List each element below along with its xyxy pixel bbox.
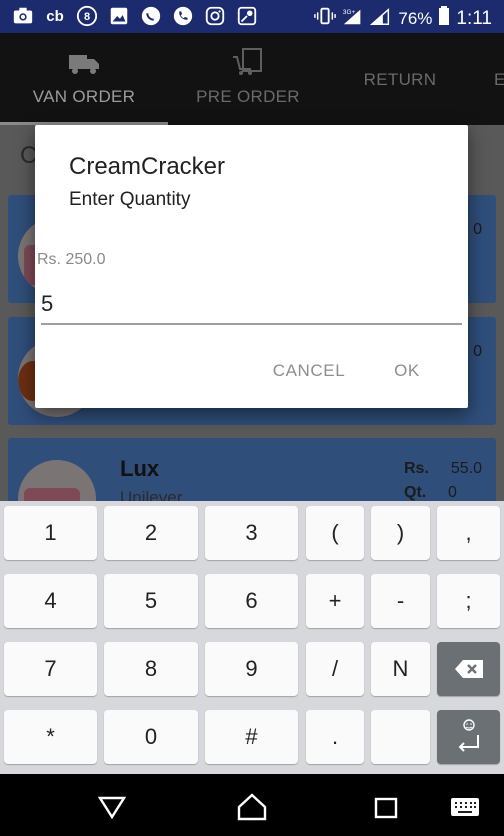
recents-icon[interactable] (371, 792, 401, 822)
key-open-paren[interactable]: ( (306, 506, 364, 560)
tab-bar: VAN ORDER PRE ORDER RETURN E (0, 33, 504, 125)
key-comma[interactable]: , (437, 506, 500, 560)
key-8[interactable]: 8 (104, 642, 198, 696)
key-semicolon[interactable]: ; (437, 574, 500, 628)
key-space[interactable] (371, 710, 430, 764)
key-hash[interactable]: # (205, 710, 298, 764)
vibrate-icon (314, 6, 337, 31)
dialog-title: CreamCracker (69, 153, 226, 180)
clock: 1:11 (456, 7, 492, 29)
back-icon[interactable] (97, 792, 127, 822)
quantity-value: 0 (448, 484, 457, 501)
whatsapp-icon (140, 5, 162, 27)
backspace-key[interactable] (437, 642, 500, 696)
product-value: 0 (473, 343, 482, 360)
key-slash[interactable]: / (306, 642, 364, 696)
battery-percent: 76% (398, 8, 433, 28)
key-6[interactable]: 6 (205, 574, 298, 628)
cancel-button[interactable]: CANCEL (261, 351, 357, 391)
battery-icon (438, 6, 450, 31)
signal-icon (370, 6, 392, 31)
key-3[interactable]: 3 (205, 506, 298, 560)
product-brand: Unilever (120, 488, 183, 501)
cart-icon (233, 48, 262, 75)
navigation-bar (0, 774, 504, 836)
tab-label: E (494, 70, 504, 89)
tab-label: PRE ORDER (196, 87, 300, 106)
circle-8-icon: 8 (76, 5, 98, 27)
ok-button[interactable]: OK (383, 351, 431, 391)
svg-text:8: 8 (84, 11, 90, 23)
key-close-paren[interactable]: ) (371, 506, 430, 560)
home-icon[interactable] (237, 792, 267, 822)
instagram-icon (204, 5, 226, 27)
truck-icon (69, 55, 99, 74)
product-name: Lux (120, 456, 160, 481)
enter-key[interactable] (437, 710, 500, 764)
product-value: 0 (473, 221, 482, 238)
cb-icon: cb (46, 7, 64, 25)
tab-label: VAN ORDER (32, 87, 136, 106)
tab-van-order[interactable]: VAN ORDER (0, 33, 168, 125)
key-period[interactable]: . (306, 710, 364, 764)
key-n[interactable]: N (371, 642, 430, 696)
tab-return[interactable]: RETURN (340, 33, 460, 125)
backspace-icon (454, 660, 483, 678)
signal-3g-icon: 3G+ (342, 6, 364, 31)
key-minus[interactable]: - (371, 574, 430, 628)
price-hint: Rs. 250.0 (37, 251, 106, 268)
key-7[interactable]: 7 (4, 642, 97, 696)
maps-icon (236, 5, 258, 27)
tab-label: RETURN (363, 70, 437, 89)
product-image (18, 460, 96, 501)
key-2[interactable]: 2 (104, 506, 198, 560)
camera-icon (12, 5, 34, 27)
key-1[interactable]: 1 (4, 506, 97, 560)
phone-icon (172, 5, 194, 27)
svg-text:3G+: 3G+ (343, 9, 356, 16)
tab-partial[interactable]: E (494, 33, 504, 125)
key-9[interactable]: 9 (205, 642, 298, 696)
status-bar: cb 8 3G+ 76% 1:11 (0, 0, 504, 33)
keyboard-switch-icon[interactable] (450, 792, 480, 822)
key-5[interactable]: 5 (104, 574, 198, 628)
key-plus[interactable]: + (306, 574, 364, 628)
product-card[interactable]: Lux Unilever Rs. 55.0 Qt. 0 (8, 438, 496, 501)
numeric-keyboard: 1 2 3 ( ) , 4 5 6 + - ; 7 8 9 / N * 0 # … (0, 501, 504, 774)
image-icon (108, 5, 130, 27)
price-label: Rs. (404, 460, 429, 477)
key-0[interactable]: 0 (104, 710, 198, 764)
tab-pre-order[interactable]: PRE ORDER (168, 33, 328, 125)
quantity-label: Qt. (404, 484, 427, 501)
dialog-message: Enter Quantity (69, 189, 191, 210)
quantity-input[interactable] (41, 285, 462, 325)
key-4[interactable]: 4 (4, 574, 97, 628)
key-asterisk[interactable]: * (4, 710, 97, 764)
enter-icon (458, 719, 479, 752)
quantity-dialog: CreamCracker Enter Quantity Rs. 250.0 CA… (35, 125, 468, 408)
price-value: 55.0 (450, 460, 482, 477)
